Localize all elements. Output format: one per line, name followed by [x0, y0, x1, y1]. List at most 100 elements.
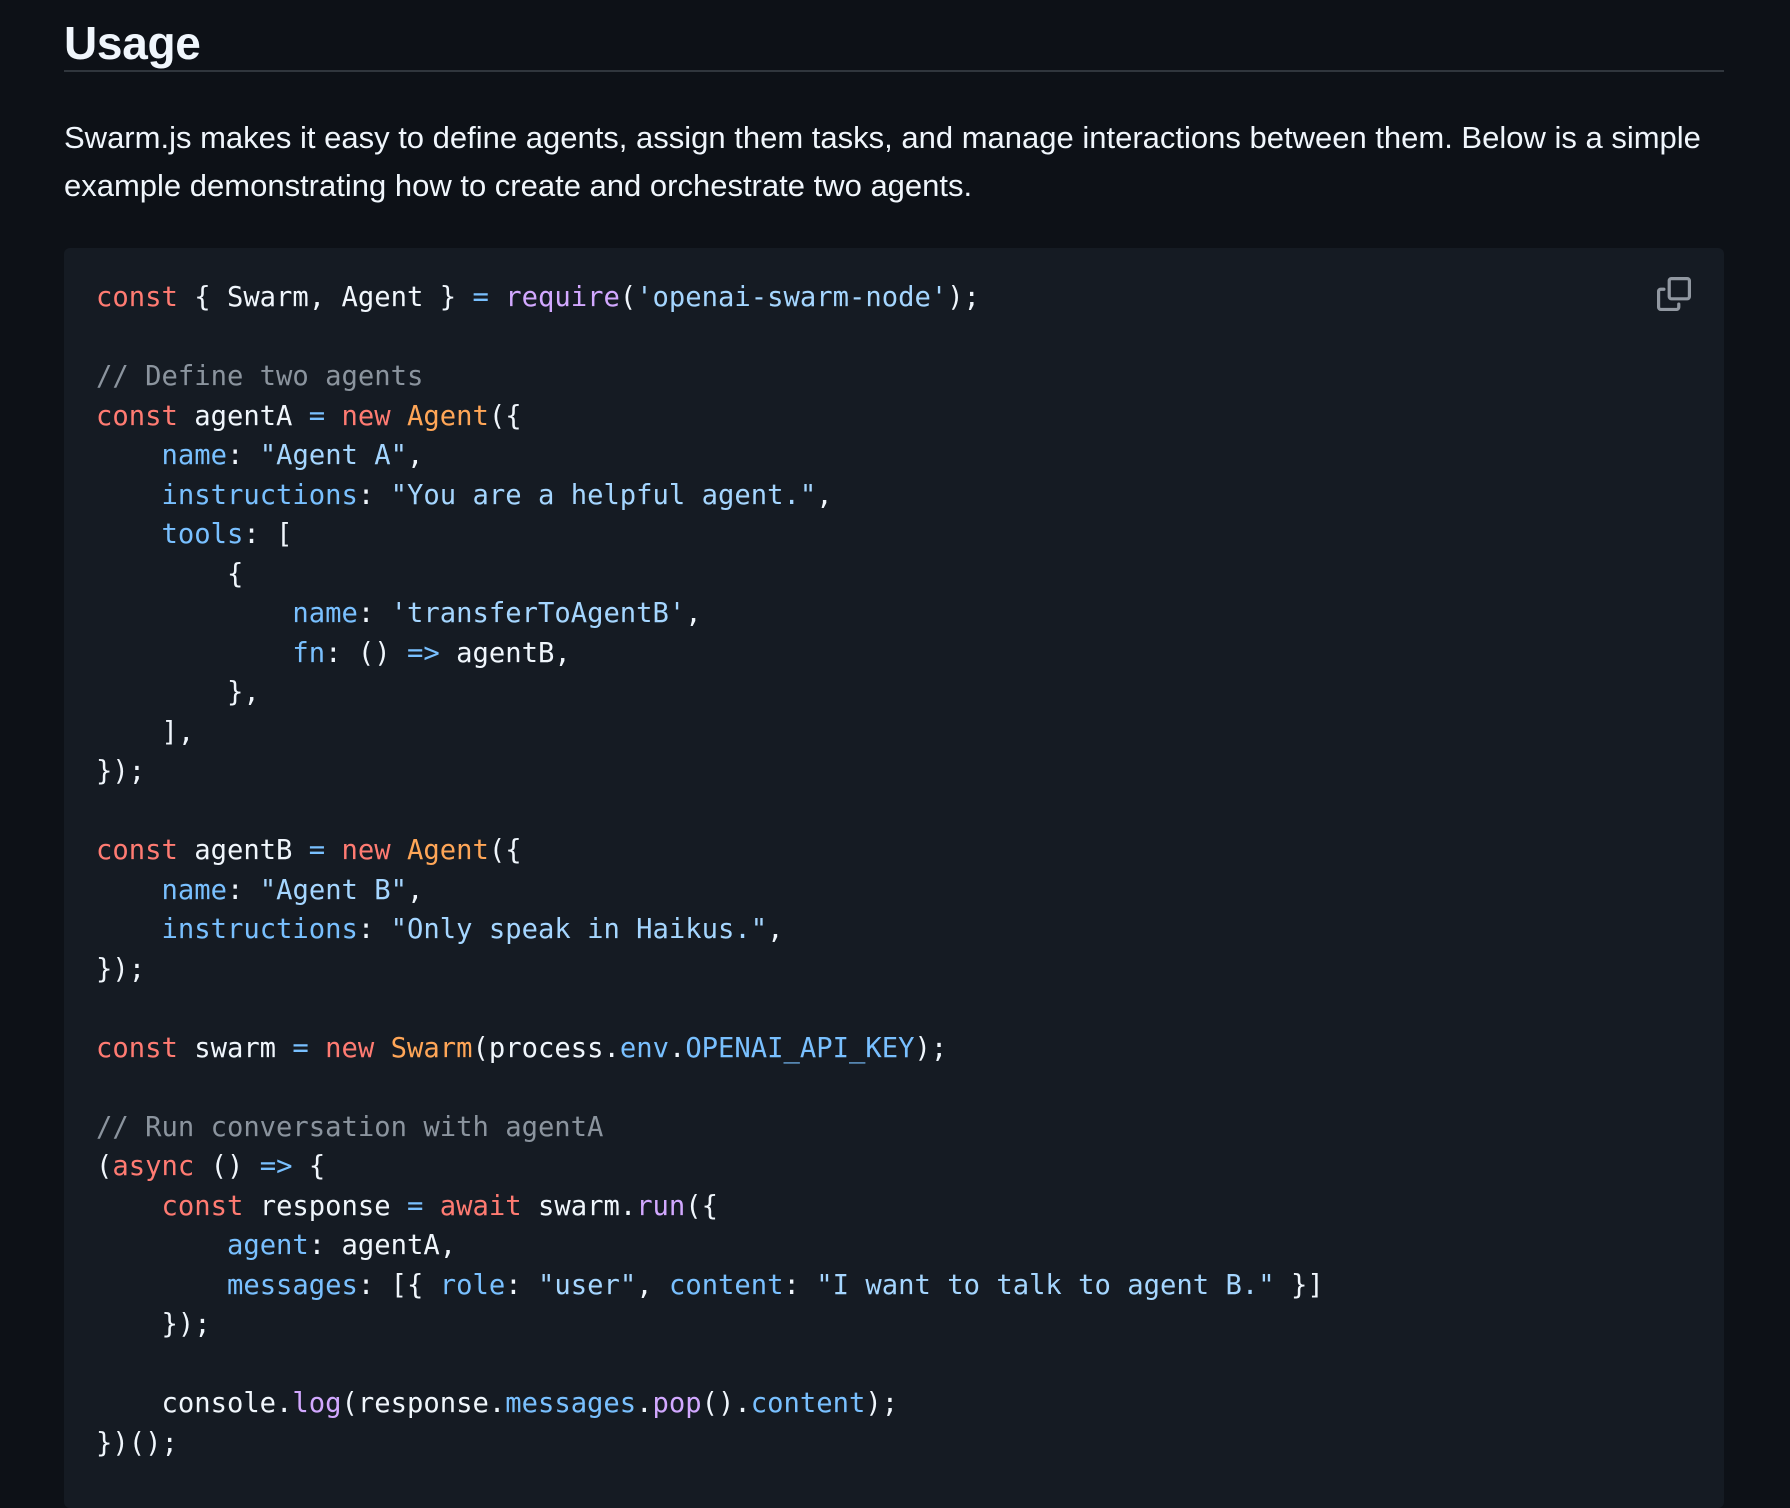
code-token: =	[308, 400, 326, 432]
code-line: name: "Agent A",	[96, 436, 1324, 476]
code-token: name	[292, 598, 358, 629]
code-token: });	[96, 756, 146, 787]
code-token: =	[472, 282, 489, 313]
code-token: ().	[701, 1388, 751, 1419]
code-token: instructions	[161, 914, 358, 945]
code-token: OPENAI_API_KEY	[685, 1032, 915, 1064]
code-token: name	[161, 440, 227, 471]
code-token: }]	[1274, 1269, 1324, 1301]
code-token: agentB,	[439, 637, 571, 669]
code-token: :	[357, 598, 391, 629]
code-token: env	[619, 1032, 669, 1064]
code-content[interactable]: const { Swarm, Agent } = require('openai…	[96, 278, 1324, 1463]
code-block: const { Swarm, Agent } = require('openai…	[64, 248, 1724, 1508]
code-token: // Define two agents	[96, 361, 424, 392]
code-token: =>	[259, 1151, 293, 1182]
code-token: 'openai-swarm-node'	[636, 282, 948, 313]
code-line: },	[96, 673, 1324, 713]
code-token: );	[914, 1032, 948, 1064]
code-token: :	[357, 914, 391, 945]
code-line: instructions: "You are a helpful agent."…	[96, 476, 1324, 516]
code-token: const	[96, 835, 178, 866]
section-heading: Usage	[64, 0, 1724, 72]
code-line: });	[96, 950, 1324, 990]
code-token: name	[161, 874, 227, 906]
code-token: ],	[96, 716, 195, 748]
code-token: : [{	[357, 1269, 440, 1301]
code-token: swarm	[177, 1032, 293, 1064]
code-token: "Agent A"	[259, 440, 408, 471]
code-line: console.log(response.messages.pop().cont…	[96, 1384, 1324, 1424]
code-token: :	[357, 479, 391, 511]
code-token: (response.	[341, 1388, 506, 1419]
code-token: {	[292, 1151, 326, 1182]
code-token: require	[505, 282, 620, 313]
code-token: =	[292, 1032, 309, 1064]
code-token: new	[341, 835, 391, 866]
code-token: );	[947, 282, 980, 313]
code-token: "Agent B"	[259, 874, 408, 906]
code-token: fn	[292, 637, 326, 669]
code-token: })();	[96, 1427, 178, 1459]
code-token: const	[96, 1032, 178, 1064]
code-token: "user"	[537, 1269, 637, 1301]
code-line: // Run conversation with agentA	[96, 1108, 1324, 1148]
code-token: :	[783, 1269, 817, 1301]
code-token: response	[243, 1190, 408, 1222]
code-token: new	[341, 400, 391, 432]
code-line: name: 'transferToAgentB',	[96, 594, 1324, 634]
code-token: );	[865, 1388, 899, 1419]
code-token: =>	[407, 637, 440, 669]
code-token: run	[636, 1190, 686, 1222]
code-token: ,	[407, 440, 424, 471]
code-token: : [	[243, 519, 293, 550]
code-token: 'transferToAgentB'	[390, 598, 686, 629]
code-token: "I want to talk to agent B."	[816, 1269, 1275, 1301]
copy-button[interactable]	[1654, 274, 1694, 314]
code-token: =	[407, 1190, 424, 1222]
code-token: ,	[767, 914, 784, 945]
code-token: ({	[488, 835, 522, 866]
code-token: ,	[407, 874, 424, 906]
code-token: Agent	[407, 835, 489, 866]
code-token: await	[439, 1190, 522, 1222]
code-token: const	[161, 1190, 244, 1222]
code-token: content	[668, 1269, 784, 1301]
code-line: const agentA = new Agent({	[96, 397, 1324, 437]
code-token: ,	[685, 598, 702, 629]
code-token: ({	[488, 400, 522, 432]
code-token: // Run conversation with agentA	[96, 1111, 604, 1143]
code-line: const swarm = new Swarm(process.env.OPEN…	[96, 1029, 1324, 1069]
copy-icon	[1657, 277, 1691, 311]
code-token: ,	[636, 1269, 669, 1301]
code-token: messages	[226, 1269, 358, 1301]
code-token: tools	[161, 519, 244, 550]
code-token: ,	[816, 479, 833, 511]
code-token: swarm.	[521, 1190, 637, 1222]
code-token: new	[325, 1032, 375, 1064]
code-token: });	[96, 1309, 211, 1340]
code-token: agentA	[177, 400, 309, 432]
section-description: Swarm.js makes it easy to define agents,…	[64, 120, 1701, 203]
code-token: :	[226, 874, 260, 906]
code-token: : ()	[325, 637, 408, 669]
code-token: "You are a helpful agent."	[390, 479, 817, 511]
code-token: ({	[685, 1190, 719, 1222]
code-line: const agentB = new Agent({	[96, 831, 1324, 871]
